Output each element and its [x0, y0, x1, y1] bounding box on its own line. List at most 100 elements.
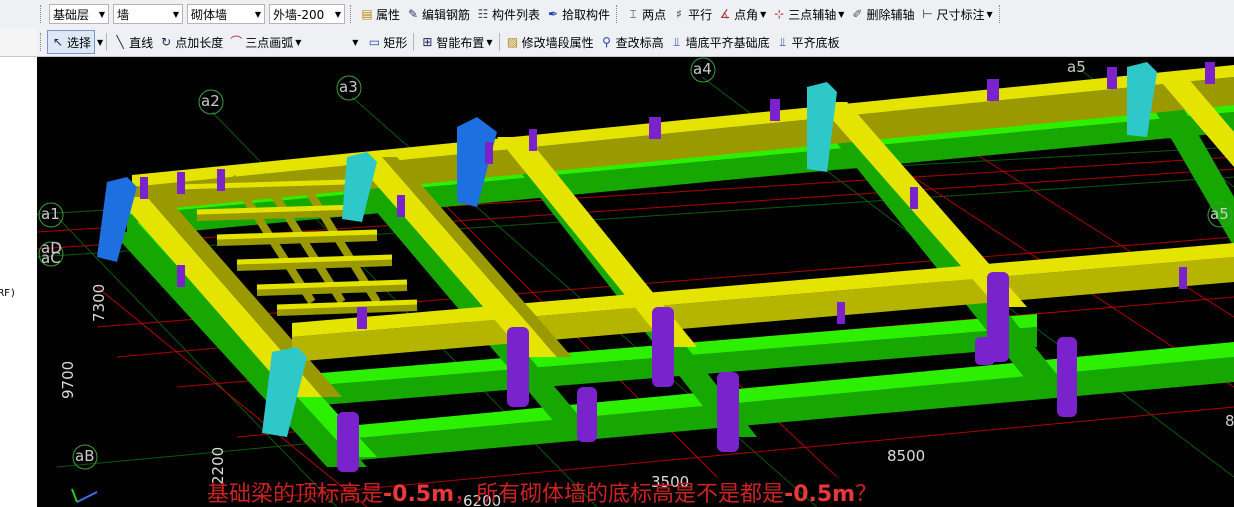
delete-aux-button[interactable]: ✐ 删除辅轴 [847, 3, 917, 25]
category-select[interactable]: 砌体墙 ▼ [187, 4, 265, 24]
axis-label-aC: aC [41, 249, 61, 267]
dimension-button[interactable]: ⊢ 尺寸标注 ▼ [917, 3, 995, 25]
parallel-button[interactable]: ♯ 平行 [669, 3, 715, 25]
parallel-label: 平行 [688, 7, 713, 22]
chevron-down-icon: ▼ [295, 37, 302, 47]
question-part1: 基础梁的顶标高是 [207, 482, 384, 507]
align-bottom-icon: ⫫ [673, 35, 680, 49]
cursor-icon: ↖ [52, 35, 64, 49]
point-angle-label: 点角 [734, 7, 759, 22]
properties-label: 属性 [376, 7, 401, 22]
type-select[interactable]: 墙 ▼ [113, 4, 183, 24]
three-point-aux-label: 三点辅轴 [788, 7, 837, 22]
rect-button[interactable]: ▭ 矩形 [364, 31, 410, 53]
pick-component-label: 拾取构件 [562, 7, 611, 22]
smart-layout-button[interactable]: ⊞ 智能布置 ▼ [417, 31, 495, 53]
axis-label-a5: a5 [1067, 58, 1086, 76]
component-select[interactable]: 外墙-200 ▼ [269, 4, 345, 24]
arc-options-select[interactable]: ▼ [306, 32, 362, 52]
question-value1: -0.5m [383, 482, 455, 507]
dimension-label: 尺寸标注 [936, 7, 985, 22]
left-panel-text: RF) [0, 288, 17, 299]
parallel-icon: ♯ [676, 7, 682, 21]
dim-9700: 9700 [59, 360, 77, 399]
chevron-down-icon: ▼ [838, 9, 845, 19]
question-part3: ？ [855, 482, 878, 507]
smart-layout-icon: ⊞ [422, 35, 433, 49]
align-slab-bottom-label: 平齐底板 [791, 35, 840, 50]
chevron-down-icon: ▼ [986, 9, 993, 19]
smart-layout-label: 智能布置 [436, 35, 485, 50]
check-elevation-button[interactable]: ⚲ 查改标高 [597, 31, 667, 53]
left-toolbar-top [0, 0, 37, 29]
align-slab-bottom-button[interactable]: ⫫ 平齐底板 [773, 31, 843, 53]
draw-toolbar: ↖ 选择 ▼ ╲ 直线 ↻ 点加长度 ⌒ 三点画弧 ▼ ▼ ▭ 矩形 ⊞ 智能布置 ▼ ▨ 修改墙… [37, 28, 1234, 57]
separator [498, 33, 500, 51]
axis-label-a3: a3 [339, 78, 358, 96]
chevron-down-icon: ▼ [352, 37, 359, 47]
select-dropdown-icon[interactable]: ▼ [97, 38, 103, 47]
component-select-value: 外墙-200 [273, 7, 325, 22]
select-label: 选择 [67, 35, 92, 50]
model-drawing [37, 57, 1234, 507]
dimension-icon: ⊢ [922, 7, 933, 21]
two-points-label: 两点 [642, 7, 667, 22]
axis-label-a4: a4 [693, 60, 712, 78]
axis-label-a2: a2 [201, 92, 220, 110]
picker-icon: ✒ [548, 7, 559, 21]
axis-label-a1: a1 [41, 205, 60, 223]
chevron-down-icon: ▼ [172, 9, 179, 19]
line-icon: ╲ [116, 35, 124, 49]
toolbar-grip[interactable] [998, 5, 1003, 23]
main-toolbar: 基础层 ▼ 墙 ▼ 砌体墙 ▼ 外墙-200 ▼ ▤ 属性 ✎ 编辑钢筋 ☷ 构件列表 ✒ 拾取… [37, 0, 1234, 29]
point-angle-button[interactable]: ∡ 点角 ▼ [715, 3, 769, 25]
chevron-down-icon: ▼ [334, 9, 341, 19]
line-button[interactable]: ╲ 直线 [110, 31, 156, 53]
rectangle-icon: ▭ [368, 35, 381, 49]
axis-label-8: 8 [1225, 412, 1234, 430]
dim-8500: 8500 [887, 447, 926, 465]
modify-wall-props-label: 修改墙段属性 [521, 35, 594, 50]
select-button[interactable]: ↖ 选择 [47, 30, 96, 54]
two-points-icon: ⌶ [629, 7, 637, 21]
edit-rebar-button[interactable]: ✎ 编辑钢筋 [403, 3, 473, 25]
wall-bottom-align-button[interactable]: ⫫ 墙底平齐基础底 [667, 31, 773, 53]
left-panel: RF) [0, 0, 38, 507]
three-point-aux-icon: ⊹ [774, 7, 785, 21]
category-select-value: 砌体墙 [191, 7, 228, 22]
modify-wall-props-button[interactable]: ▨ 修改墙段属性 [503, 31, 597, 53]
3d-viewport[interactable]: a2 a3 a4 a5 a1 a5 aD aC aB 8 7300 9700 2… [37, 57, 1234, 507]
toolbar-grip[interactable] [40, 5, 44, 23]
separator [106, 33, 108, 51]
toolbar-grip[interactable] [616, 5, 620, 23]
point-length-button[interactable]: ↻ 点加长度 [156, 31, 226, 53]
line-label: 直线 [129, 35, 154, 50]
point-length-icon: ↻ [161, 35, 172, 49]
axis-label-aB: aB [75, 447, 95, 465]
three-point-arc-button[interactable]: ⌒ 三点画弧 ▼ [226, 31, 304, 53]
two-points-button[interactable]: ⌶ 两点 [623, 3, 669, 25]
point-length-label: 点加长度 [175, 35, 224, 50]
pick-component-button[interactable]: ✒ 拾取构件 [543, 3, 613, 25]
chevron-down-icon: ▼ [486, 37, 493, 47]
align-slab-icon: ⫫ [779, 35, 786, 49]
left-toolbar-bottom [0, 28, 37, 57]
toolbar-grip[interactable] [350, 5, 354, 23]
elevation-icon: ⚲ [602, 35, 611, 49]
question-part2: ，所有砌体墙的底标高是不是都是 [454, 482, 785, 507]
separator [413, 33, 415, 51]
properties-button[interactable]: ▤ 属性 [357, 3, 403, 25]
wall-bottom-align-label: 墙底平齐基础底 [685, 35, 770, 50]
chevron-down-icon: ▼ [98, 9, 105, 19]
toolbar-grip[interactable] [40, 33, 44, 51]
rebar-edit-icon: ✎ [407, 7, 419, 21]
component-list-button[interactable]: ☷ 构件列表 [473, 3, 543, 25]
question-text: 基础梁的顶标高是-0.5m，所有砌体墙的底标高是不是都是-0.5m？ [207, 476, 877, 507]
three-point-arc-label: 三点画弧 [245, 35, 294, 50]
floor-select-value: 基础层 [53, 7, 90, 22]
floor-select[interactable]: 基础层 ▼ [49, 4, 109, 24]
chevron-down-icon: ▼ [760, 9, 767, 19]
eraser-icon: ✐ [852, 7, 863, 21]
three-point-aux-button[interactable]: ⊹ 三点辅轴 ▼ [769, 3, 847, 25]
axis-triad-icon [71, 488, 98, 503]
